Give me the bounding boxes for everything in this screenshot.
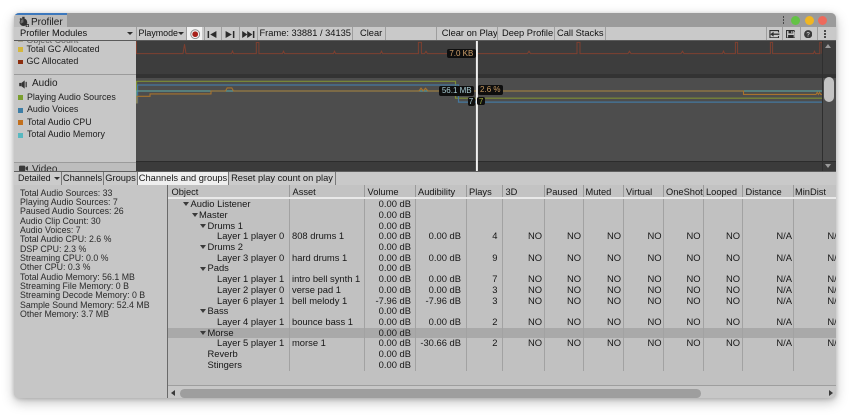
svg-text:?: ?: [806, 31, 810, 38]
